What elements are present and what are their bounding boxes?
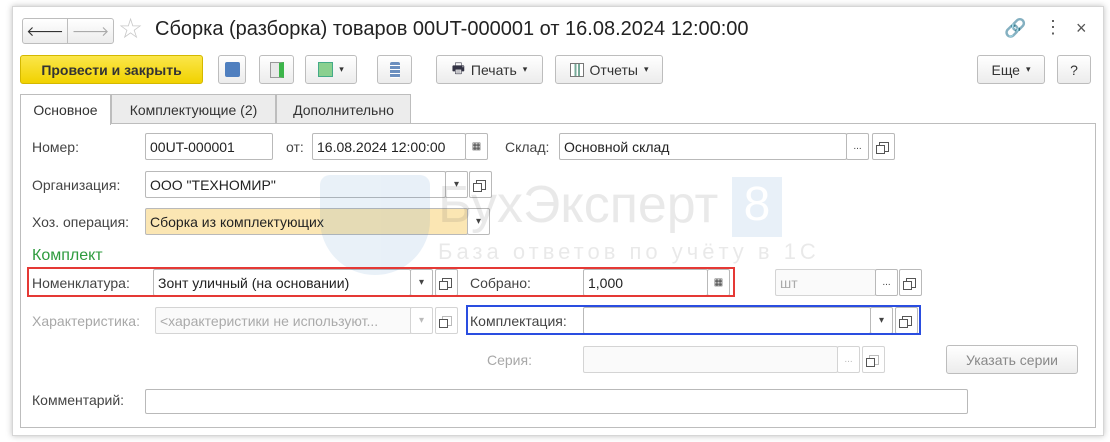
forward-button[interactable]: 🡒 [67,18,114,44]
comment-field[interactable] [145,389,968,414]
tab-main[interactable]: Основное [20,94,111,125]
select-button[interactable]: ... [846,133,869,160]
reports-icon [569,62,584,77]
tab-components[interactable]: Комплектующие (2) [111,94,276,124]
save-button[interactable] [218,55,246,84]
link-icon[interactable]: 🔗 [1004,18,1026,39]
date-field[interactable]: 16.08.2024 12:00:00 [312,133,466,160]
select-button[interactable]: ... [875,269,898,296]
post-and-close-button[interactable]: Провести и закрыть [20,55,203,84]
printer-icon: 🖶 [451,59,465,76]
dropdown-icon[interactable]: ▾ [410,307,433,334]
highlight-blue [466,305,921,335]
series-field[interactable] [583,346,838,373]
open-icon[interactable] [435,307,458,334]
save-icon [224,62,240,77]
number-field[interactable]: 00UT-000001 [145,133,273,160]
characteristic-field[interactable]: <характеристики не используют... [155,307,412,334]
post-button[interactable] [259,55,294,84]
operation-field[interactable]: Сборка из комплектующих [145,208,468,235]
tab-additional[interactable]: Дополнительно [276,94,411,124]
section-heading: Комплект [32,247,103,264]
dropdown-icon[interactable]: ▾ [445,171,468,198]
more-button[interactable]: Еще ▾ [977,55,1045,84]
post-document-icon [269,61,284,78]
back-button[interactable]: 🡐 [22,18,68,44]
organization-field[interactable]: ООО "ТЕХНОМИР" [145,171,446,198]
reports-button[interactable]: Отчеты ▾ [555,55,663,84]
open-icon[interactable] [862,346,885,373]
calendar-icon[interactable]: ▦ [465,133,488,160]
structure-button[interactable] [377,55,412,84]
warehouse-field[interactable]: Основной склад [559,133,847,160]
print-button[interactable]: 🖶 Печать ▾ [436,55,543,84]
window-title: Сборка (разборка) товаров 00UT-000001 от… [155,18,749,40]
more-vert-icon[interactable]: ⋮ [1044,17,1062,38]
unit-field[interactable]: шт [775,269,876,296]
create-based-on-button[interactable]: ▾ [305,55,357,84]
help-button[interactable]: ? [1057,55,1091,84]
create-based-icon [318,62,334,77]
open-icon[interactable] [899,269,922,296]
list-icon [389,61,400,78]
open-icon[interactable] [872,133,895,160]
highlight-red [27,267,735,297]
open-icon[interactable] [469,171,492,198]
close-icon[interactable]: × [1076,18,1087,39]
specify-series-button[interactable]: Указать серии [946,345,1078,374]
dropdown-icon[interactable]: ▾ [467,208,490,235]
select-button[interactable]: ... [837,346,860,373]
favorite-star-icon[interactable]: ☆ [118,12,143,45]
